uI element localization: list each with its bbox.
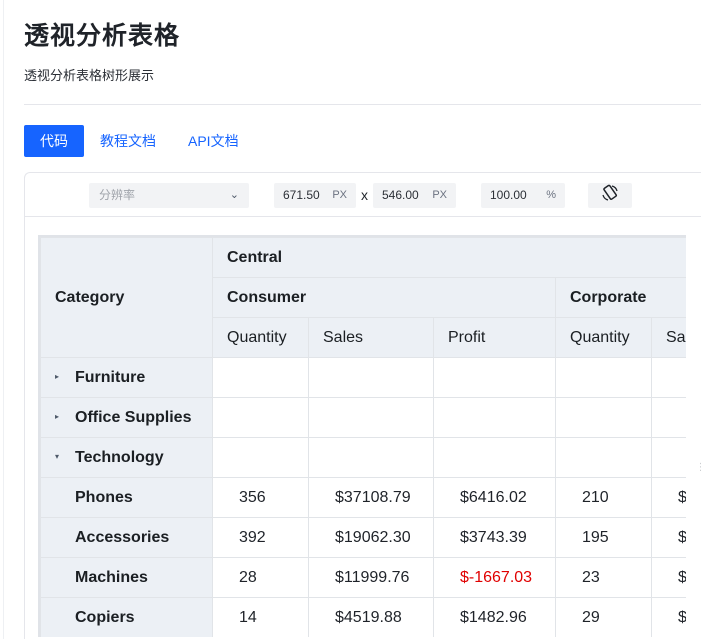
row-header-label: Office Supplies [75, 408, 192, 426]
table-row: Machines 28 $11999.76 $-1667.03 23 $ [40, 557, 686, 598]
data-cell: 356 [212, 477, 309, 518]
data-cell: $ [650, 597, 686, 637]
zoom-unit: % [546, 189, 556, 201]
measure-header: Sa [650, 317, 686, 358]
region-header: Central [211, 237, 686, 278]
demo-panel: 分辨率 ⌄ 671.50 PX x 546.00 PX 100.00 % Cat [24, 172, 701, 639]
data-cell [555, 397, 652, 438]
measure-header: Quantity [212, 317, 309, 358]
data-cell: $19062.30 [308, 517, 434, 558]
divider [24, 104, 701, 105]
measure-header: Sales [308, 317, 434, 358]
data-cell: $6416.02 [433, 477, 556, 518]
segment-header: Corporate [554, 277, 686, 318]
collapse-icon[interactable]: ▾ [55, 452, 75, 461]
row-header-phones: Phones [40, 477, 213, 518]
data-cell [555, 357, 652, 398]
data-cell [650, 357, 686, 398]
chevron-down-icon: ⌄ [229, 189, 239, 201]
tab-code[interactable]: 代码 [24, 125, 84, 157]
segment-header: Consumer [212, 277, 556, 318]
data-cell [308, 397, 434, 438]
data-cell-negative: $-1667.03 [433, 557, 556, 598]
row-header-furniture[interactable]: ▸ Furniture [40, 357, 213, 398]
data-cell: $11999.76 [308, 557, 434, 598]
corner-header: Category [40, 237, 213, 358]
data-cell: 392 [212, 517, 309, 558]
data-cell: 195 [555, 517, 652, 558]
zoom-input[interactable]: 100.00 % [481, 183, 565, 208]
row-header-label: Furniture [75, 368, 146, 386]
data-cell: 210 [555, 477, 652, 518]
data-cell: $ [650, 557, 686, 598]
data-cell: $4519.88 [308, 597, 434, 637]
row-header-accessories: Accessories [40, 517, 213, 558]
height-unit: PX [432, 189, 447, 201]
data-cell [308, 437, 434, 478]
row-header-office-supplies[interactable]: ▸ Office Supplies [40, 397, 213, 438]
data-cell [650, 437, 686, 478]
data-cell [308, 357, 434, 398]
width-input[interactable]: 671.50 PX [274, 183, 356, 208]
table-row: Phones 356 $37108.79 $6416.02 210 $ [40, 477, 686, 518]
table-row: ▸ Office Supplies [40, 397, 686, 438]
expand-icon[interactable]: ▸ [55, 412, 75, 421]
data-cell [555, 437, 652, 478]
resolution-select[interactable]: 分辨率 ⌄ [89, 183, 249, 208]
row-header-technology[interactable]: ▾ Technology [40, 437, 213, 478]
height-input[interactable]: 546.00 PX [373, 183, 456, 208]
height-value: 546.00 [382, 188, 419, 202]
left-border [3, 0, 4, 639]
data-cell: 29 [555, 597, 652, 637]
data-cell [650, 397, 686, 438]
data-cell [433, 397, 556, 438]
data-cell [212, 397, 309, 438]
data-cell: 14 [212, 597, 309, 637]
measure-header: Quantity [555, 317, 652, 358]
table-row: ▾ Technology [40, 437, 686, 478]
width-unit: PX [332, 189, 347, 201]
row-header-machines: Machines [40, 557, 213, 598]
zoom-value: 100.00 [490, 188, 527, 202]
data-cell [212, 357, 309, 398]
data-cell: $3743.39 [433, 517, 556, 558]
data-cell: 23 [555, 557, 652, 598]
data-cell: $ [650, 517, 686, 558]
data-cell: $ [650, 477, 686, 518]
tab-tutorial[interactable]: 教程文档 [84, 125, 172, 157]
data-cell: 28 [212, 557, 309, 598]
rotate-button[interactable] [588, 183, 632, 208]
toolbar-divider [25, 216, 701, 217]
resolution-placeholder: 分辨率 [99, 188, 136, 202]
table-row: Accessories 392 $19062.30 $3743.39 195 $ [40, 517, 686, 558]
page-title: 透视分析表格 [24, 22, 181, 50]
times-sign: x [361, 187, 368, 203]
pivot-table: Category Central Consumer Corporate Quan… [38, 235, 686, 637]
data-cell [433, 437, 556, 478]
data-cell [212, 437, 309, 478]
data-cell [433, 357, 556, 398]
row-header-copiers: Copiers [40, 597, 213, 637]
tab-api[interactable]: API文档 [172, 125, 255, 157]
table-row: Copiers 14 $4519.88 $1482.96 29 $ [40, 597, 686, 637]
expand-icon[interactable]: ▸ [55, 372, 75, 381]
resize-handle-icon[interactable]: ⋮ [696, 462, 701, 473]
page-subtitle: 透视分析表格树形展示 [24, 68, 155, 83]
tab-bar: 代码 教程文档 API文档 [24, 125, 255, 157]
rotate-device-icon [601, 184, 619, 207]
data-cell: $1482.96 [433, 597, 556, 637]
data-cell: $37108.79 [308, 477, 434, 518]
table-row: ▸ Furniture [40, 357, 686, 398]
row-header-label: Technology [75, 448, 164, 466]
measure-header: Profit [433, 317, 556, 358]
width-value: 671.50 [283, 188, 320, 202]
